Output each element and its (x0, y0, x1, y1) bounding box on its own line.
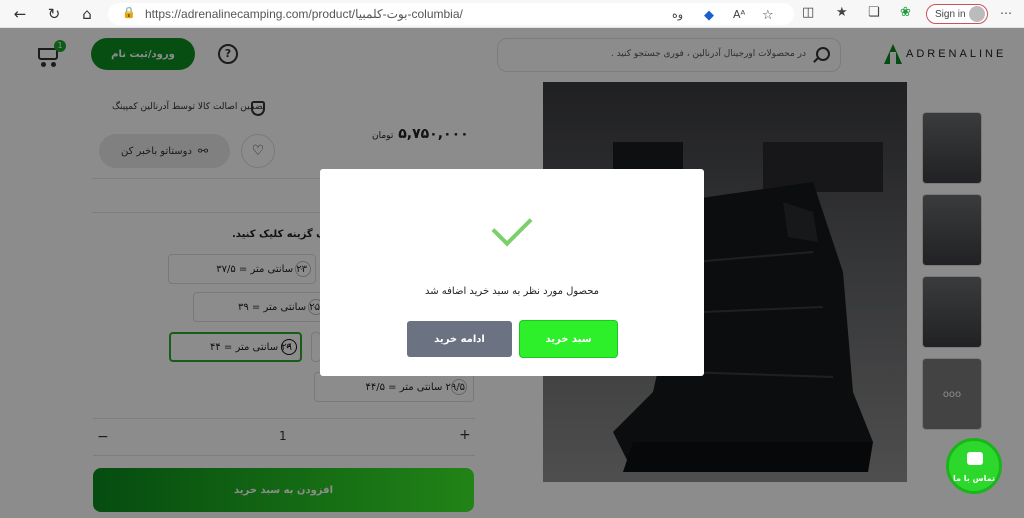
back-icon[interactable]: ← (9, 3, 31, 25)
url-text: https://adrenalinecamping.com/product/بو… (145, 7, 463, 21)
read-aloud-icon[interactable]: Aᴬ (733, 8, 745, 21)
added-to-cart-modal: محصول مورد نظر به سبد خرید اضافه شد سبد … (320, 169, 704, 376)
more-menu-icon[interactable]: ⋯ (1000, 6, 1012, 20)
browser-toolbar: ← ↻ ⌂ 🔒 https://adrenalinecamping.com/pr… (0, 0, 1024, 28)
chat-icon (967, 452, 983, 465)
view-cart-button[interactable]: سبد خرید (520, 321, 617, 357)
continue-shopping-button[interactable]: ادامه خرید (407, 321, 512, 357)
refresh-icon[interactable]: ↻ (43, 3, 65, 25)
avatar (969, 6, 985, 22)
collections-icon[interactable]: ❏ (868, 5, 880, 20)
favorites-icon[interactable]: ★ (836, 5, 848, 20)
translate-icon[interactable]: وه (672, 8, 683, 21)
chat-label: تماس با ما (953, 474, 995, 483)
tag-icon[interactable]: ◆ (704, 8, 714, 23)
success-check-icon (491, 205, 533, 247)
extensions-icon[interactable]: ❀ (900, 5, 911, 20)
favorite-star-icon[interactable]: ☆ (762, 8, 774, 23)
split-screen-icon[interactable]: ◫ (802, 5, 814, 20)
home-icon[interactable]: ⌂ (76, 3, 98, 25)
modal-message: محصول مورد نظر به سبد خرید اضافه شد (424, 286, 600, 297)
address-bar[interactable]: 🔒 https://adrenalinecamping.com/product/… (108, 3, 794, 25)
signin-button[interactable]: Sign in (926, 4, 988, 24)
contact-chat-button[interactable]: تماس با ما (946, 438, 1002, 494)
lock-icon: 🔒 (122, 6, 136, 19)
signin-label: Sign in (935, 8, 966, 20)
